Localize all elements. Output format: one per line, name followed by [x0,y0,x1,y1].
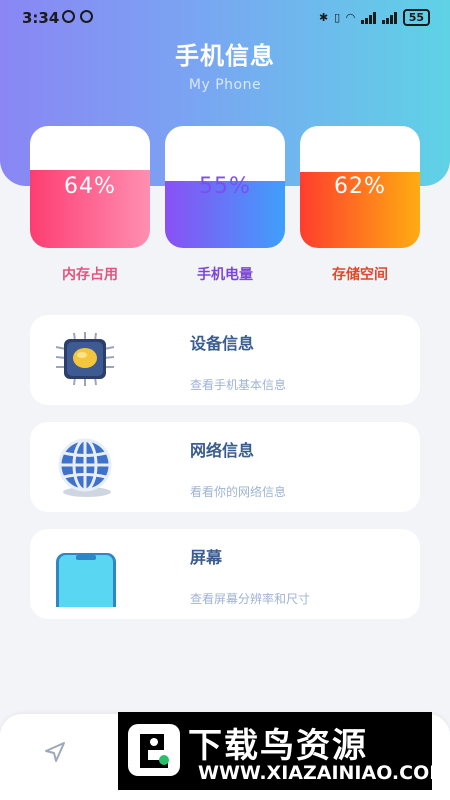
vibrate-icon: ▯ [334,11,341,24]
stat-card: 55% [165,126,285,248]
status-notification-icons [62,10,93,23]
stat-label: 存储空间 [332,267,388,283]
screen-info-card[interactable]: 屏幕 查看屏幕分辨率和尺寸 [30,529,420,619]
stat-memory[interactable]: 64% 内存占用 [30,126,150,284]
stat-value: 55% [199,174,251,199]
feature-desc: 查看屏幕分辨率和尺寸 [190,592,311,606]
feature-title: 屏幕 [190,548,223,567]
device-info-card[interactable]: 设备信息 查看手机基本信息 [30,315,420,405]
stat-storage[interactable]: 62% 存储空间 [300,126,420,284]
globe-icon [58,438,112,497]
phone-screen-icon [56,553,116,607]
feature-title: 网络信息 [190,441,255,460]
status-time: 3:34 [22,9,60,27]
watermark-title: 下载鸟资源 [188,726,368,766]
battery-icon: 55 [402,9,430,26]
send-icon[interactable] [43,740,67,764]
watermark-url: WWW.XIAZAINIAO.COM [198,762,449,784]
alarm-icon [80,10,93,23]
feature-title: 设备信息 [190,334,255,353]
feature-desc: 查看手机基本信息 [190,378,287,392]
chip-icon [55,332,115,386]
stat-battery[interactable]: 55% 手机电量 [165,126,285,284]
status-right-icons: ✱ ▯ ◠ 55 [319,9,430,26]
status-bar: 3:34 ✱ ▯ ◠ 55 [0,0,450,34]
bluetooth-icon: ✱ [318,11,329,24]
notification-icon [62,10,75,23]
network-info-card[interactable]: 网络信息 看看你的网络信息 [30,422,420,512]
stat-card: 64% [30,126,150,248]
stat-value: 64% [64,174,116,199]
stat-label: 手机电量 [197,267,253,283]
stat-label: 内存占用 [62,267,118,283]
signal-icon [360,11,376,24]
page-subtitle: My Phone [188,77,262,93]
watermark: 下载鸟资源 WWW.XIAZAINIAO.COM [118,712,448,790]
feature-desc: 看看你的网络信息 [190,485,287,499]
stat-value: 62% [334,174,386,199]
signal-icon-2 [381,11,397,24]
wifi-icon: ◠ [346,11,355,24]
page-title: 手机信息 [175,42,275,70]
stat-card: 62% [300,126,420,248]
bird-logo-icon [128,724,180,776]
